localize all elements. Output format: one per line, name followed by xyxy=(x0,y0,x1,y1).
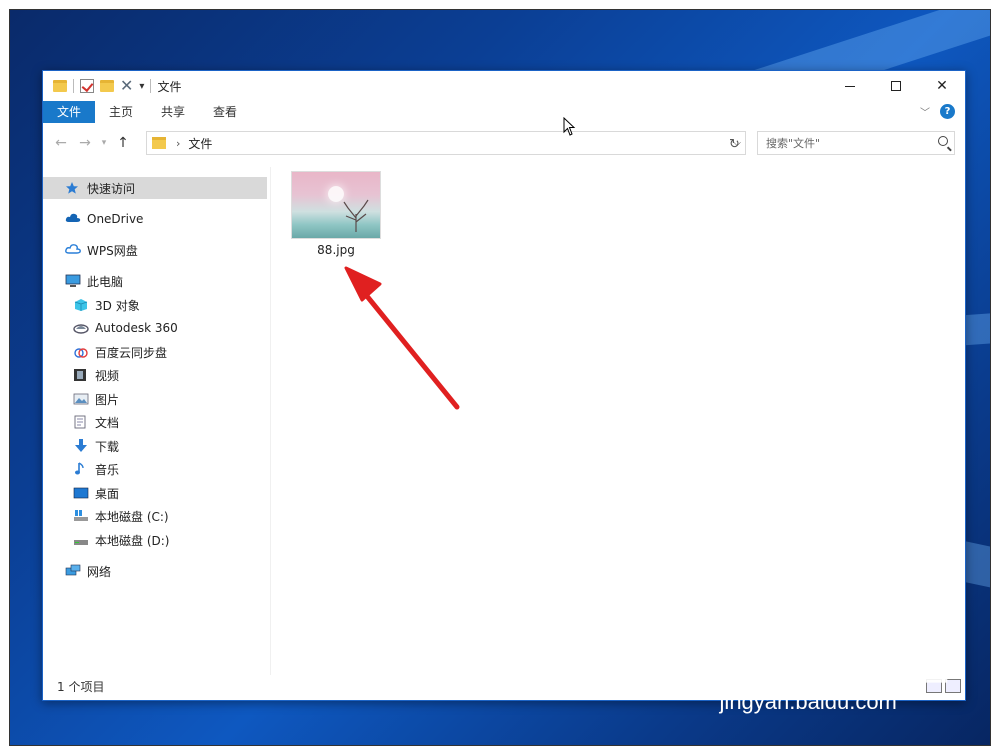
baidu-watermark: Baidu 经验 jingyan.baidu.com xyxy=(720,629,950,715)
mouse-cursor-icon xyxy=(563,117,576,136)
watermark-logo: Baidu 经验 xyxy=(719,641,950,690)
